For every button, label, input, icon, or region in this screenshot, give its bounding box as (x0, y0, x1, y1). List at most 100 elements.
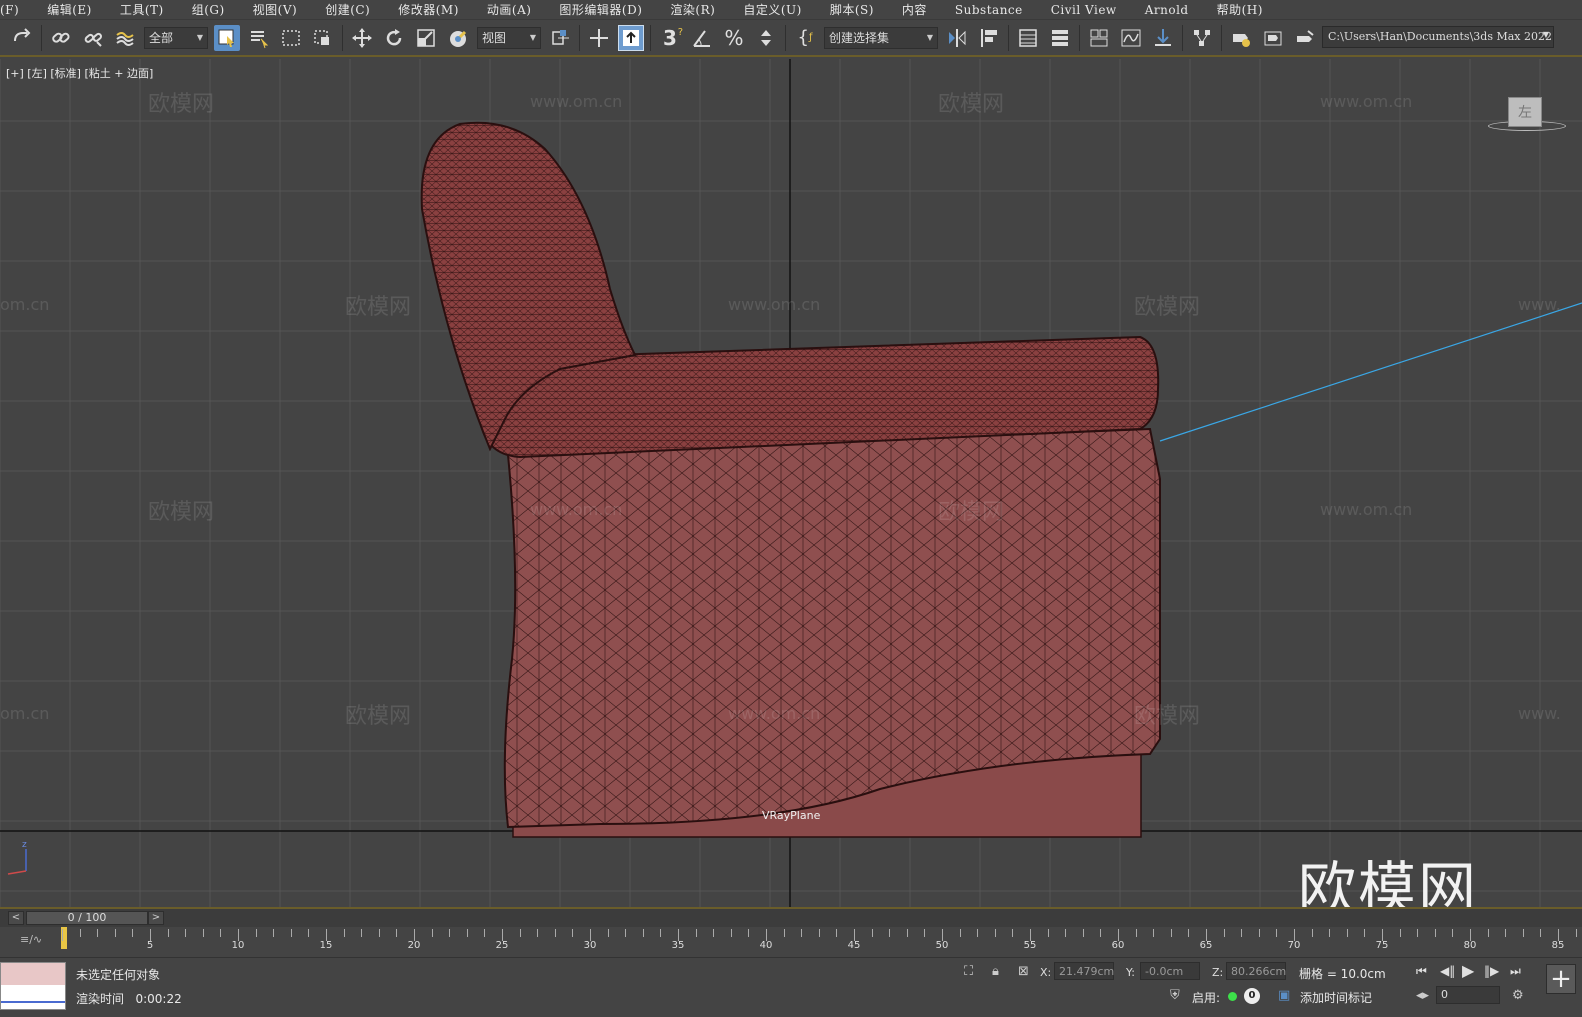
selection-lock-icon[interactable]: 🔒︎ (992, 964, 999, 979)
x-label: X: (1040, 966, 1052, 979)
ruler-tick (1505, 929, 1507, 937)
ruler-tick (871, 929, 873, 937)
add-time-tag-button[interactable]: 添加时间标记 (1300, 989, 1372, 1006)
edit-named-selection-icon[interactable]: {ƒ (792, 25, 818, 51)
watermark-url: www.om.cn (530, 92, 623, 111)
curve-editor-icon[interactable] (1118, 25, 1144, 51)
watermark-url: www.om.cn (1320, 500, 1413, 519)
time-slider-prev-button[interactable]: < (8, 911, 24, 925)
time-slider-thumb[interactable]: 0 / 100 (26, 911, 148, 925)
previous-frame-icon[interactable]: ◀‖ (1440, 964, 1455, 978)
menu-bar: (F) 编辑(E) 工具(T) 组(G) 视图(V) 创建(C) 修改器(M) 动画(A) 图形… (0, 0, 1582, 20)
time-slider[interactable]: < 0 / 100 > (0, 907, 1582, 927)
key-mode-icon[interactable]: ◂▸ (1416, 988, 1429, 1003)
menu-item[interactable]: 创建(C) (311, 1, 384, 18)
selection-filter-dropdown[interactable]: 全部 ▼ (144, 26, 208, 49)
place-icon[interactable] (445, 25, 471, 51)
menu-item[interactable]: 组(G) (178, 1, 239, 18)
ribbon-toggle-icon[interactable] (1086, 25, 1112, 51)
bind-space-warp-icon[interactable] (112, 25, 138, 51)
align-icon[interactable] (976, 25, 1002, 51)
select-object-icon[interactable] (214, 24, 240, 51)
reference-coordinate-dropdown[interactable]: 视图 ▼ (477, 26, 541, 49)
rotate-icon[interactable] (381, 25, 407, 51)
add-viewport-button[interactable]: + (1546, 964, 1576, 994)
current-frame-input[interactable]: 0 (1436, 986, 1500, 1004)
unlink-icon[interactable] (80, 25, 106, 51)
ruler-tick (572, 929, 574, 937)
menu-item[interactable]: 内容 (888, 1, 941, 18)
menu-item[interactable]: Arnold (1131, 3, 1203, 17)
adaptive-degradation-icon[interactable]: ⛨ (1170, 988, 1180, 1003)
keyboard-shortcut-override-icon[interactable] (618, 24, 644, 51)
link-icon[interactable] (48, 25, 74, 51)
time-tag-icon[interactable]: ▣ (1278, 988, 1290, 1003)
toolbar-separator (41, 24, 42, 51)
track-ruler[interactable]: 5 10 15 20 25 30 35 40 45 50 55 60 65 70 75 80 85 (62, 927, 1577, 957)
ruler-tick (1082, 929, 1084, 937)
z-coordinate-field[interactable]: 80.266cm (1226, 962, 1286, 980)
scale-icon[interactable] (413, 25, 439, 51)
angle-snap-icon[interactable] (689, 25, 715, 51)
scene-explorer-icon[interactable] (1015, 25, 1041, 51)
menu-item[interactable]: 帮助(H) (1203, 1, 1277, 18)
y-coordinate-field[interactable]: -0.0cm (1140, 962, 1200, 980)
menu-item[interactable]: 渲染(R) (656, 1, 729, 18)
schematic-view-icon[interactable] (1189, 25, 1215, 51)
menu-item[interactable]: 修改器(M) (384, 1, 473, 18)
named-selection-dropdown[interactable]: 创建选择集 ▼ (824, 26, 938, 49)
time-configuration-icon[interactable]: ⚙ (1512, 988, 1524, 1003)
isolate-selection-icon[interactable]: ⛶ (964, 964, 973, 979)
menu-item[interactable]: 视图(V) (239, 1, 312, 18)
menu-item[interactable]: 脚本(S) (816, 1, 888, 18)
select-by-name-icon[interactable] (246, 25, 272, 51)
rendered-frame-window-icon[interactable] (1260, 25, 1286, 51)
render-setup-icon[interactable] (1228, 25, 1254, 51)
menu-item[interactable]: 图形编辑器(D) (545, 1, 656, 18)
spinner-snap-icon[interactable] (753, 25, 779, 51)
redo-icon[interactable] (9, 25, 35, 51)
select-manipulate-icon[interactable] (586, 25, 612, 51)
maxscript-mini-listener[interactable] (0, 962, 66, 1010)
go-to-end-icon[interactable]: ⏭ (1510, 964, 1521, 979)
render-production-icon[interactable] (1292, 25, 1318, 51)
menu-item[interactable]: (F) (0, 3, 33, 17)
menu-item[interactable]: Civil View (1037, 3, 1131, 17)
menu-item[interactable]: 工具(T) (106, 1, 178, 18)
snap-toggle-icon[interactable]: 3? (657, 25, 683, 51)
layer-explorer-icon[interactable] (1047, 25, 1073, 51)
viewcube[interactable]: 左 (1508, 97, 1542, 127)
sofa-model[interactable] (420, 121, 1161, 838)
absolute-mode-icon[interactable]: ⊠ (1018, 964, 1029, 979)
pivot-center-icon[interactable] (547, 25, 573, 51)
percent-snap-icon[interactable]: % (721, 25, 747, 51)
move-icon[interactable] (349, 25, 375, 51)
ruler-tick (783, 929, 785, 937)
x-coordinate-field[interactable]: 21.479cm (1054, 962, 1114, 980)
ruler-tick (1258, 929, 1260, 937)
ruler-tick (713, 929, 715, 937)
watermark-url: om.cn (0, 704, 50, 723)
dope-sheet-icon[interactable] (1150, 25, 1176, 51)
ruler-tick (625, 929, 627, 937)
menu-item[interactable]: Substance (941, 3, 1037, 17)
project-path-field[interactable]: C:\Users\Han\Documents\3ds Max 2022 ▼ (1322, 26, 1554, 48)
track-bar[interactable]: ≡∕∿ 5 10 15 20 25 30 35 40 45 50 55 60 65 70 75 80 85 (0, 927, 1582, 957)
ruler-tick (1047, 929, 1049, 937)
viewport-label[interactable]: [+] [左] [标准] [粘土 + 边面] (6, 65, 153, 81)
mirror-icon[interactable] (944, 25, 970, 51)
watermark-url: www.om.cn (728, 704, 821, 723)
go-to-start-icon[interactable]: ⏮ (1416, 964, 1427, 979)
watermark-url: www.om.cn (728, 295, 821, 314)
play-icon[interactable]: ▶ (1462, 961, 1474, 980)
left-viewport[interactable]: z [+] [左] [标准] [粘土 + 边面] 欧模网 www.om.cn 欧… (0, 59, 1582, 907)
rectangular-selection-icon[interactable] (278, 25, 304, 51)
mini-curve-editor-icon[interactable]: ≡∕∿ (20, 933, 42, 946)
window-crossing-icon[interactable] (310, 25, 336, 51)
next-frame-icon[interactable]: ‖▶ (1484, 964, 1499, 978)
menu-item[interactable]: 自定义(U) (729, 1, 815, 18)
ruler-label: 60 (1111, 940, 1125, 951)
menu-item[interactable]: 动画(A) (473, 1, 546, 18)
menu-item[interactable]: 编辑(E) (33, 1, 106, 18)
time-slider-next-button[interactable]: > (148, 911, 164, 925)
